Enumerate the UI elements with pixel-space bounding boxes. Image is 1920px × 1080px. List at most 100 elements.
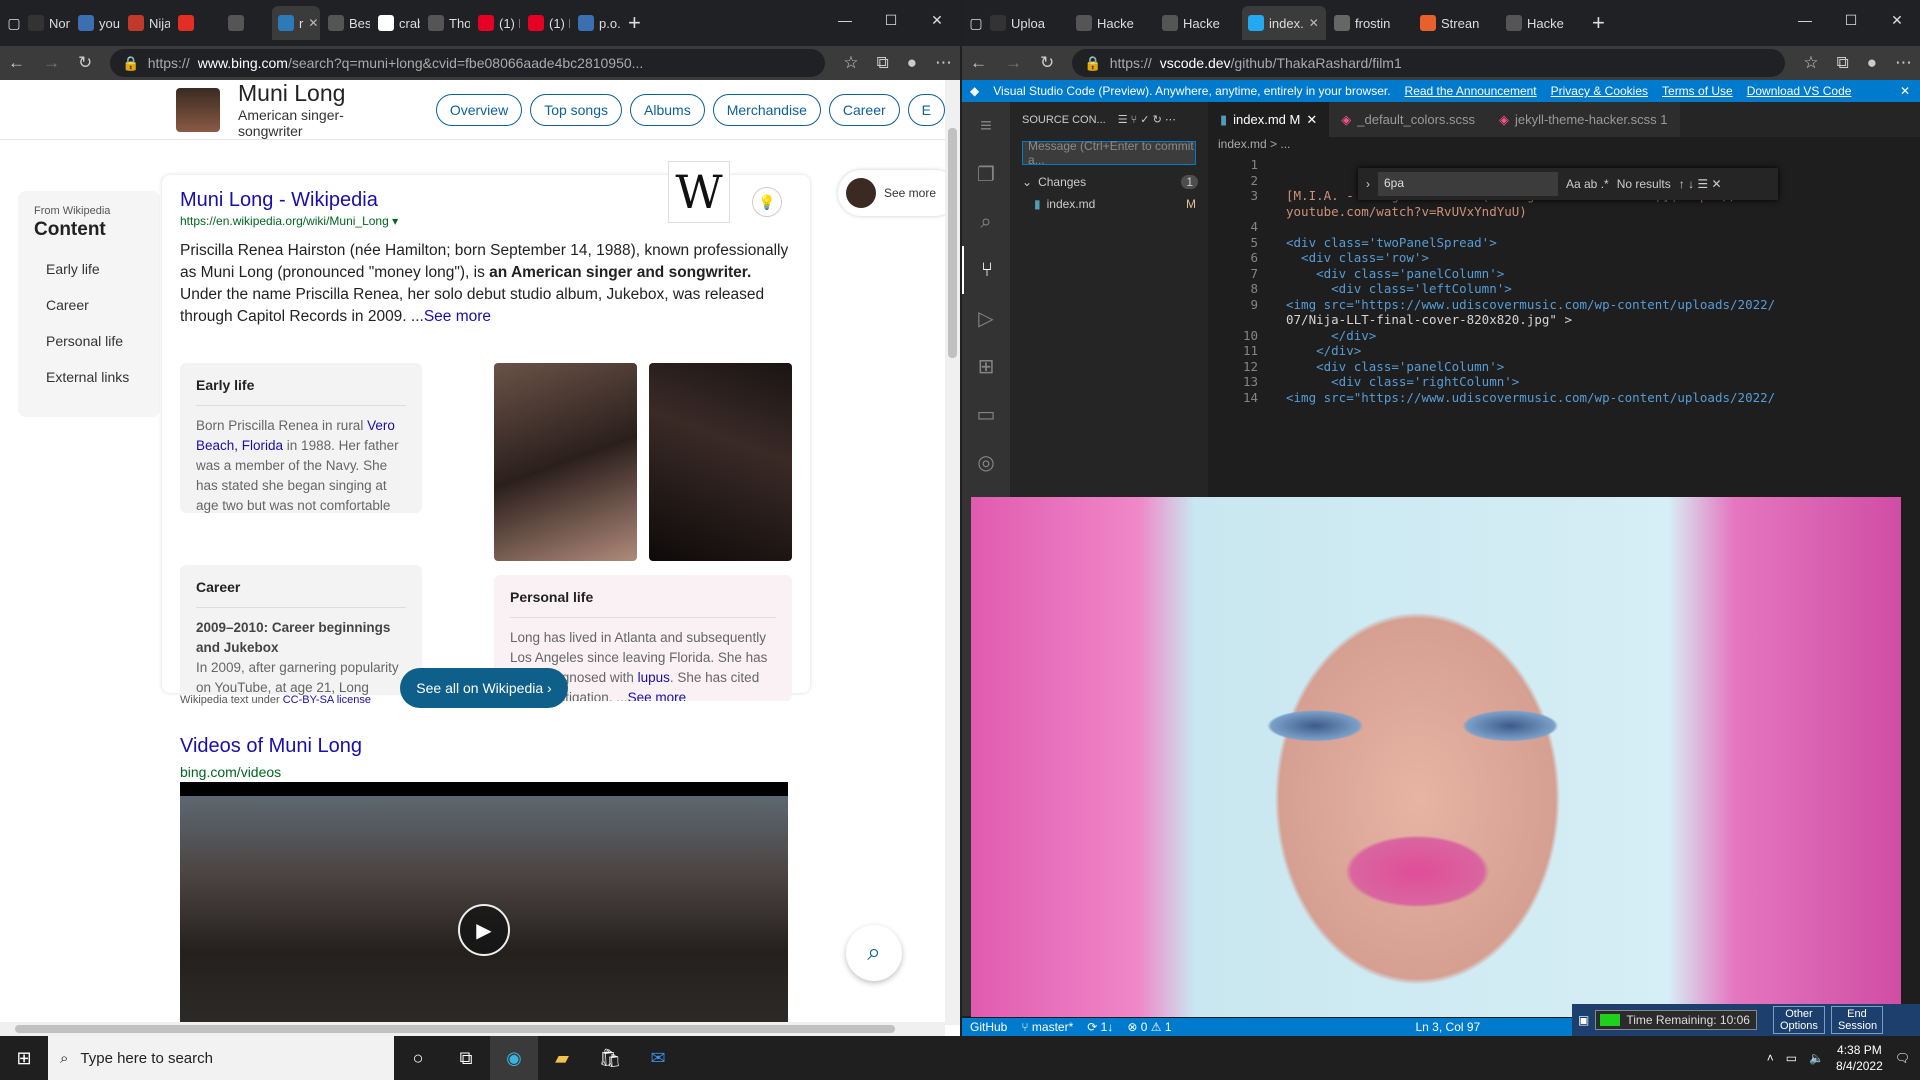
explorer-icon[interactable]: ❐ [962, 150, 1010, 198]
changed-file-item[interactable]: ▮ index.md M [1010, 193, 1208, 215]
vertical-scrollbar[interactable] [945, 80, 960, 1025]
find-nav-icon[interactable]: ↑ ↓ ☰ ✕ [1679, 177, 1722, 191]
menu-icon[interactable]: ⋯ [1895, 53, 1912, 73]
desc-see-more-link[interactable]: See more [424, 308, 491, 325]
refresh-icon[interactable]: ↻ [1040, 53, 1054, 73]
artist-photo-1[interactable] [494, 363, 637, 561]
browser-tab[interactable]: Uploa [984, 6, 1068, 40]
status-sync[interactable]: ⟳ 1↓ [1087, 1020, 1113, 1034]
browser-tab[interactable]: Nija [122, 6, 170, 40]
profile-icon[interactable]: ● [1867, 53, 1877, 73]
browser-tab[interactable]: Best [322, 6, 370, 40]
browser-tab[interactable]: crab [372, 6, 420, 40]
taskbar-search[interactable]: ⌕ Type here to search [48, 1036, 394, 1080]
video-thumbnail[interactable]: ▶ [180, 782, 788, 1025]
personal-see-more-link[interactable]: See more [628, 690, 687, 701]
forward-icon[interactable]: → [1005, 53, 1022, 73]
banner-close-icon[interactable]: ✕ [1900, 84, 1920, 98]
end-session-button[interactable]: End Session [1830, 1006, 1883, 1034]
menu-icon[interactable]: ⋯ [935, 53, 952, 73]
changes-group[interactable]: ⌄ Changes 1 [1010, 171, 1208, 193]
new-tab-icon[interactable]: + [628, 10, 641, 36]
refresh-icon[interactable]: ↻ [78, 53, 92, 73]
extensions-icon[interactable]: ⊞ [962, 342, 1010, 390]
browser-tab[interactable]: Strean [1414, 6, 1498, 40]
browser-tab[interactable]: Hacke [1500, 6, 1584, 40]
back-icon[interactable]: ← [8, 53, 25, 73]
close-icon[interactable]: ✕ [1874, 0, 1920, 40]
tab-actions-icon[interactable]: ▢ [968, 15, 984, 31]
windows-start-icon[interactable]: ⊞ [0, 1036, 48, 1080]
file-explorer-icon[interactable]: ▰ [538, 1036, 586, 1080]
minimize-icon[interactable]: — [1782, 0, 1828, 40]
favorites-icon[interactable]: ☆ [843, 53, 858, 73]
github-icon[interactable]: ◎ [962, 438, 1010, 486]
entity-tab-0[interactable]: Overview [435, 93, 523, 126]
forward-icon[interactable]: → [43, 53, 60, 73]
url-input[interactable]: 🔒 https:// www.bing.com/search?q=muni+long… [110, 49, 826, 77]
entity-tab-1[interactable]: Top songs [530, 93, 623, 126]
find-input[interactable]: 6pa [1378, 172, 1558, 196]
search-icon[interactable]: ⌕ [962, 198, 1010, 246]
network-icon[interactable]: ▭ [1786, 1051, 1797, 1065]
new-tab-icon[interactable]: + [1592, 10, 1605, 36]
mail-icon[interactable]: ✉ [634, 1036, 682, 1080]
panel-actions-icon[interactable]: ☰ ⑂ ✓ ↻ ⋯ [1118, 113, 1176, 126]
video-overlay-window[interactable] [971, 497, 1901, 1017]
run-debug-icon[interactable]: ▷ [962, 294, 1010, 342]
remote-icon[interactable]: ▭ [962, 390, 1010, 438]
browser-tab[interactable]: (1) P [522, 6, 570, 40]
tab-close-icon[interactable]: ✕ [1306, 112, 1317, 128]
browser-tab[interactable]: Hacke [1156, 6, 1240, 40]
task-view-icon[interactable]: ⧉ [442, 1036, 490, 1080]
status-branch[interactable]: ⑂ master* [1021, 1020, 1073, 1034]
source-control-icon[interactable]: ⑂ [962, 246, 1010, 294]
collections-icon[interactable]: ⧉ [877, 53, 889, 73]
editor-tab[interactable]: ◈ _default_colors.scss [1329, 102, 1488, 137]
match-options-icon[interactable]: Aa ab .* [1566, 177, 1609, 191]
browser-tab[interactable]: yout [72, 6, 120, 40]
entity-tab-3[interactable]: Merchandise [712, 93, 821, 126]
tab-close-icon[interactable]: ✕ [308, 16, 318, 30]
status-problems[interactable]: ⊗ 0 ⚠ 1 [1127, 1020, 1171, 1034]
lightbulb-icon[interactable]: 💡 [752, 187, 782, 217]
tab-actions-icon[interactable]: ▢ [6, 15, 22, 31]
chevron-right-icon[interactable]: › [1366, 177, 1370, 191]
browser-tab[interactable]: (1) P [472, 6, 520, 40]
see-all-wikipedia-button[interactable]: See all on Wikipedia › [400, 668, 568, 708]
toc-item[interactable]: External links [46, 359, 144, 395]
tab-close-icon[interactable]: ✕ [1309, 16, 1319, 30]
browser-tab[interactable] [172, 6, 220, 40]
menu-hamburger-icon[interactable]: ≡ [962, 102, 1010, 150]
editor-tab[interactable]: ◈ jekyll-theme-hacker.scss 1 [1487, 102, 1680, 137]
license-link[interactable]: CC-BY-SA license [283, 694, 371, 706]
entity-tab-4[interactable]: Career [828, 93, 900, 126]
other-options-button[interactable]: Other Options [1772, 1006, 1825, 1034]
close-icon[interactable]: ✕ [914, 0, 960, 40]
breadcrumb[interactable]: index.md > ... [1218, 137, 1290, 157]
store-icon[interactable]: 🛍 [586, 1036, 634, 1080]
browser-tab[interactable]: Thou [422, 6, 470, 40]
collections-icon[interactable]: ⧉ [1837, 53, 1849, 73]
tray-chevron-icon[interactable]: ˄ [1767, 1051, 1774, 1065]
browser-tab[interactable]: p.o.v [572, 6, 620, 40]
edge-icon[interactable]: ◉ [490, 1036, 538, 1080]
banner-link[interactable]: Privacy & Cookies [1551, 84, 1648, 98]
back-icon[interactable]: ← [970, 53, 987, 73]
browser-tab[interactable]: Hacke [1070, 6, 1154, 40]
profile-icon[interactable]: ● [907, 53, 917, 73]
url-input[interactable]: 🔒 https:// vscode.dev/github/ThakaRashard/… [1072, 49, 1786, 77]
status-remote[interactable]: GitHub [970, 1020, 1007, 1034]
banner-link[interactable]: Terms of Use [1662, 84, 1733, 98]
videos-title-link[interactable]: Videos of Muni Long [180, 735, 362, 758]
editor-tab[interactable]: ▮ index.md M ✕ [1208, 102, 1330, 137]
cortana-icon[interactable]: ○ [394, 1036, 442, 1080]
entity-tab-2[interactable]: Albums [630, 93, 705, 126]
see-more-side-button[interactable]: See more [838, 170, 945, 216]
lupus-link[interactable]: lupus [638, 670, 670, 685]
entity-tab-5[interactable]: E [907, 93, 945, 126]
volume-icon[interactable]: 🔈 [1809, 1051, 1824, 1065]
minimize-icon[interactable]: — [822, 0, 868, 40]
horizontal-scrollbar[interactable] [0, 1022, 945, 1036]
notifications-icon[interactable]: 🗨 [1895, 1051, 1910, 1065]
